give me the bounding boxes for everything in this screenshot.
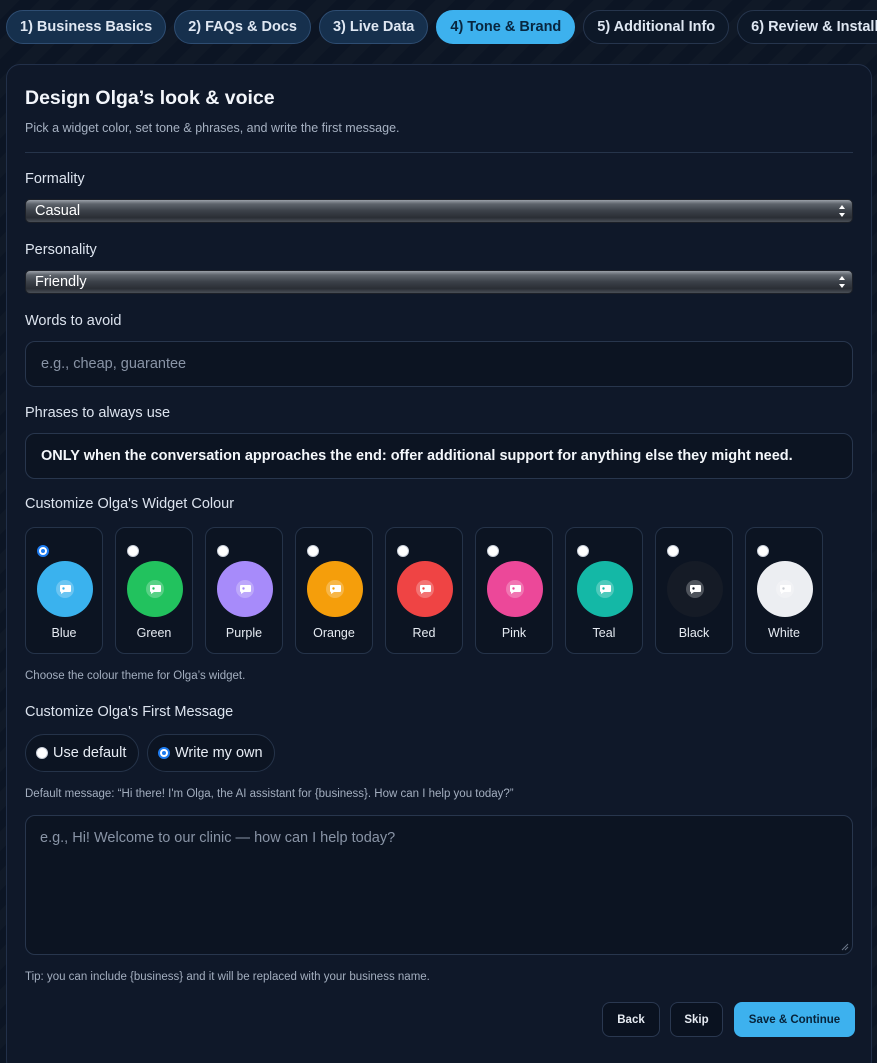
tab-faqs-docs[interactable]: 2) FAQs & Docs	[174, 10, 311, 44]
chat-bubble-icon	[56, 580, 74, 598]
write-my-own-option[interactable]: Write my own	[147, 734, 275, 772]
colour-swatch-black[interactable]: Black	[655, 527, 733, 654]
colour-radio[interactable]	[577, 545, 589, 557]
save-continue-button[interactable]: Save & Continue	[734, 1002, 855, 1037]
chat-bubble-icon	[146, 580, 164, 598]
colour-preview	[37, 561, 93, 617]
colour-preview	[577, 561, 633, 617]
write-my-own-label: Write my own	[175, 745, 263, 761]
colour-preview	[757, 561, 813, 617]
colour-preview	[307, 561, 363, 617]
colour-name: Black	[678, 626, 710, 640]
formality-value: Casual	[35, 203, 81, 219]
words-to-avoid-input[interactable]: e.g., cheap, guarantee	[25, 341, 853, 387]
colour-swatch-blue[interactable]: Blue	[25, 527, 103, 654]
select-arrows-icon	[839, 276, 845, 288]
colour-name: Blue	[51, 626, 77, 640]
use-default-label: Use default	[53, 745, 127, 761]
colour-radio[interactable]	[487, 545, 499, 557]
colour-radio[interactable]	[307, 545, 319, 557]
chat-bubble-icon	[236, 580, 254, 598]
colour-preview	[667, 561, 723, 617]
tab-additional-info[interactable]: 5) Additional Info	[583, 10, 730, 44]
colour-name: Teal	[592, 626, 616, 640]
phrases-label: Phrases to always use	[25, 405, 171, 421]
personality-value: Friendly	[35, 274, 87, 290]
first-message-label: Customize Olga's First Message	[25, 704, 234, 720]
colour-preview	[487, 561, 543, 617]
use-default-option[interactable]: Use default	[25, 734, 139, 772]
chat-bubble-icon	[506, 580, 524, 598]
chat-bubble-icon	[776, 580, 794, 598]
use-default-radio[interactable]	[36, 747, 48, 759]
colour-name: Red	[412, 626, 436, 640]
colour-name: Pink	[501, 626, 527, 640]
chat-bubble-icon	[596, 580, 614, 598]
tab-tone-brand[interactable]: 4) Tone & Brand	[436, 10, 576, 44]
tip-text: Tip: you can include {business} and it w…	[25, 971, 430, 983]
colour-name: Purple	[225, 626, 263, 640]
tab-review-install[interactable]: 6) Review & Install	[737, 10, 877, 44]
colour-radio[interactable]	[397, 545, 409, 557]
chat-bubble-icon	[686, 580, 704, 598]
colour-swatch-purple[interactable]: Purple	[205, 527, 283, 654]
colour-name: Green	[136, 626, 172, 640]
personality-label: Personality	[25, 242, 97, 258]
colour-swatch-red[interactable]: Red	[385, 527, 463, 654]
page-subtitle: Pick a widget color, set tone & phrases,…	[25, 121, 400, 135]
formality-label: Formality	[25, 171, 85, 187]
colour-radio[interactable]	[757, 545, 769, 557]
formality-select[interactable]: Casual	[25, 199, 853, 223]
divider	[25, 152, 853, 153]
colour-swatch-green[interactable]: Green	[115, 527, 193, 654]
select-arrows-icon	[839, 205, 845, 217]
words-to-avoid-label: Words to avoid	[25, 313, 122, 329]
tab-business-basics[interactable]: 1) Business Basics	[6, 10, 167, 44]
colour-radio[interactable]	[667, 545, 679, 557]
colour-radio[interactable]	[37, 545, 49, 557]
colour-preview	[217, 561, 273, 617]
step-tabs: 1) Business Basics 2) FAQs & Docs 3) Liv…	[6, 10, 877, 44]
widget-colour-hint: Choose the colour theme for Olga’s widge…	[25, 670, 246, 682]
chat-bubble-icon	[416, 580, 434, 598]
personality-select[interactable]: Friendly	[25, 270, 853, 294]
colour-preview	[397, 561, 453, 617]
resize-grip-icon[interactable]	[841, 943, 849, 951]
colour-radio[interactable]	[127, 545, 139, 557]
skip-button[interactable]: Skip	[670, 1002, 723, 1037]
first-message-textarea[interactable]: e.g., Hi! Welcome to our clinic — how ca…	[25, 815, 853, 955]
colour-swatch-white[interactable]: White	[745, 527, 823, 654]
tone-brand-card: Design Olga’s look & voice Pick a widget…	[6, 64, 872, 1063]
tab-live-data[interactable]: 3) Live Data	[318, 10, 429, 44]
page-title: Design Olga’s look & voice	[25, 87, 275, 109]
default-message-text: Default message: “Hi there! I'm Olga, th…	[25, 788, 514, 800]
colour-swatch-teal[interactable]: Teal	[565, 527, 643, 654]
widget-colour-label: Customize Olga's Widget Colour	[25, 496, 235, 512]
chat-bubble-icon	[326, 580, 344, 598]
colour-swatch-pink[interactable]: Pink	[475, 527, 553, 654]
colour-name: White	[768, 626, 800, 640]
write-my-own-radio[interactable]	[158, 747, 170, 759]
colour-swatch-orange[interactable]: Orange	[295, 527, 373, 654]
first-message-placeholder: e.g., Hi! Welcome to our clinic — how ca…	[40, 830, 396, 846]
colour-swatches: Blue Green Purple Orange Red Pink Teal Black Whi…	[25, 527, 823, 654]
back-button[interactable]: Back	[602, 1002, 660, 1037]
colour-radio[interactable]	[217, 545, 229, 557]
phrases-input[interactable]: ONLY when the conversation approaches th…	[25, 433, 853, 479]
colour-name: Orange	[313, 626, 355, 640]
colour-preview	[127, 561, 183, 617]
